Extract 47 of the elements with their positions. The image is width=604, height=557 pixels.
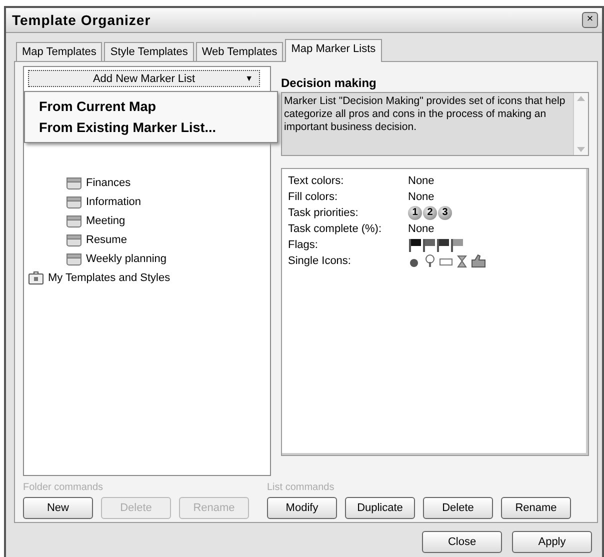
- marker-label: Single Icons:: [288, 255, 352, 267]
- briefcase-icon: [28, 271, 44, 285]
- add-marker-list-button[interactable]: Add New Marker List ▼: [28, 70, 260, 87]
- tree-item[interactable]: Weekly planning: [86, 253, 167, 265]
- tree-item[interactable]: Finances: [86, 177, 131, 189]
- description-text: Marker List "Decision Making" provides set of icons that help categorize all pros and cons in the process of making an important business decision.: [284, 95, 566, 135]
- tree-item[interactable]: My Templates and Styles: [48, 272, 170, 284]
- dialog-button[interactable]: Apply: [512, 531, 592, 553]
- command-button[interactable]: Delete: [423, 497, 493, 519]
- marker-value: None: [408, 223, 434, 235]
- marker-label: Text colors:: [288, 175, 345, 187]
- marker-label: Task complete (%):: [288, 223, 383, 235]
- menu-item[interactable]: From Current Map: [39, 96, 277, 117]
- group-label: List commands: [267, 482, 336, 493]
- list-title: Decision making: [281, 76, 378, 90]
- tab[interactable]: Map Templates: [16, 42, 102, 61]
- tab[interactable]: Map Marker Lists: [285, 39, 382, 62]
- command-button[interactable]: Duplicate: [345, 497, 415, 519]
- marker-list-icon: [66, 176, 82, 190]
- tree-item[interactable]: Resume: [86, 234, 127, 246]
- command-button[interactable]: New: [23, 497, 93, 519]
- tree-item[interactable]: Information: [86, 196, 142, 208]
- priority-badge: 3: [438, 206, 452, 220]
- marker-label: Task priorities:: [288, 207, 360, 219]
- group-label: Folder commands: [23, 482, 104, 493]
- marker-list-icon: [66, 214, 82, 228]
- priority-badge: 2: [423, 206, 437, 220]
- tree-item[interactable]: Meeting: [86, 215, 126, 227]
- dialog-button[interactable]: Close: [422, 531, 502, 553]
- priority-badge: 1: [408, 206, 422, 220]
- command-button[interactable]: Rename: [501, 497, 571, 519]
- marker-list-icon: [66, 195, 82, 209]
- tab[interactable]: Style Templates: [104, 42, 194, 61]
- menu-item[interactable]: From Existing Marker List...: [39, 117, 277, 138]
- marker-value: None: [408, 175, 434, 187]
- scroll-down-icon[interactable]: [577, 147, 585, 152]
- window-title: Template Organizer: [12, 12, 151, 28]
- scroll-up-icon[interactable]: [577, 96, 585, 101]
- scrollbar[interactable]: [573, 93, 588, 155]
- close-button[interactable]: ×: [582, 12, 598, 28]
- marker-label: Fill colors:: [288, 191, 339, 203]
- tab[interactable]: Web Templates: [196, 42, 284, 61]
- marker-list-icon: [66, 233, 82, 247]
- marker-value: None: [408, 191, 434, 203]
- marker-list-icon: [66, 252, 82, 266]
- marker-label: Flags:: [288, 239, 319, 251]
- command-button[interactable]: Modify: [267, 497, 337, 519]
